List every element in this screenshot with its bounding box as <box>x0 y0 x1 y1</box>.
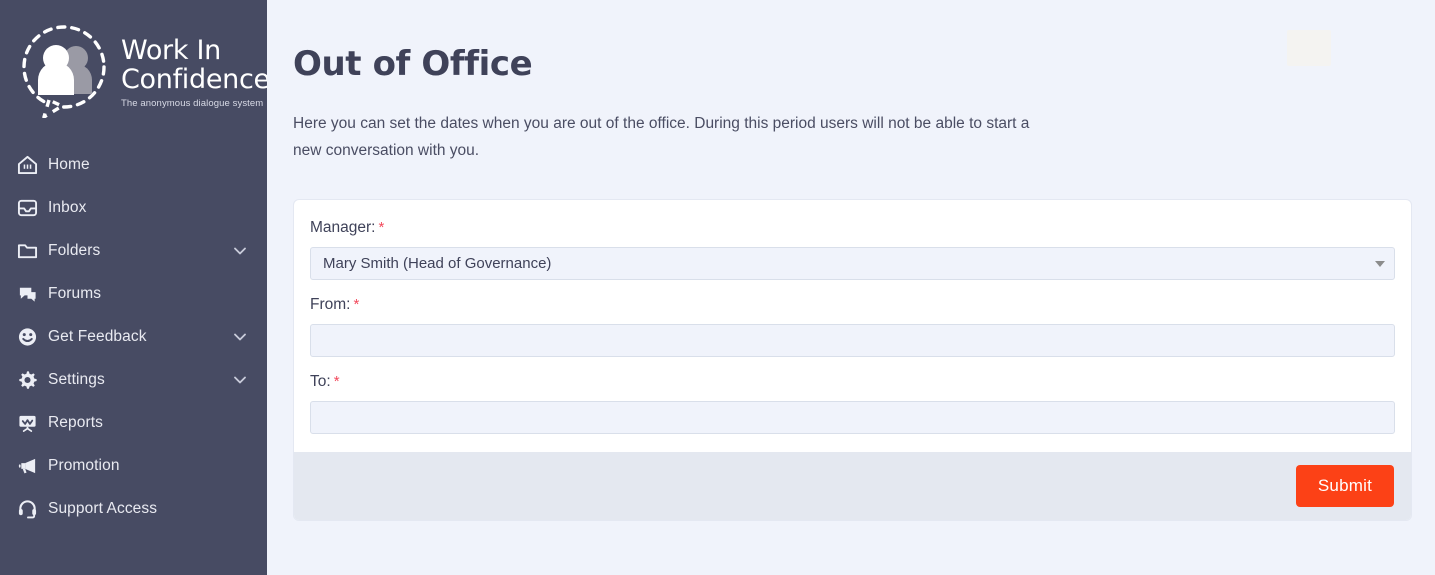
field-from: From: * <box>310 294 1395 357</box>
sidebar-item-label: Reports <box>48 413 103 431</box>
sidebar-item-forums[interactable]: Forums <box>0 272 267 315</box>
sidebar-item-label: Home <box>48 155 90 173</box>
submit-button[interactable]: Submit <box>1295 465 1394 507</box>
brand-tagline: The anonymous dialogue system <box>121 98 264 109</box>
presentation-chart-icon <box>14 411 40 435</box>
required-asterisk: * <box>353 296 360 313</box>
chevron-down-icon[interactable] <box>233 244 247 258</box>
sidebar-item-settings[interactable]: Settings <box>0 358 267 401</box>
to-label-text: To: <box>310 373 331 390</box>
form-body: Manager: * Mary Smith (Head of Governance… <box>294 200 1411 452</box>
brand-wordmark: Work In Confidence The anonymous dialogu… <box>121 22 267 110</box>
required-asterisk: * <box>378 219 385 236</box>
from-date-input[interactable] <box>310 324 1395 357</box>
folder-icon <box>14 239 40 263</box>
sidebar-item-label: Settings <box>48 370 105 388</box>
sidebar-item-label: Get Feedback <box>48 327 147 345</box>
sidebar-item-label: Folders <box>48 241 101 259</box>
manager-label-text: Manager: <box>310 219 376 236</box>
sidebar-item-inbox[interactable]: Inbox <box>0 186 267 229</box>
headset-icon <box>14 497 40 521</box>
brand-name-line2: Confidence <box>121 64 267 95</box>
field-manager: Manager: * Mary Smith (Head of Governance… <box>310 217 1395 280</box>
inbox-icon <box>14 196 40 220</box>
sidebar-item-reports[interactable]: Reports <box>0 401 267 444</box>
avatar-placeholder <box>1287 30 1331 66</box>
manager-label: Manager: * <box>310 217 1395 239</box>
form-footer: Submit <box>294 452 1411 520</box>
gear-icon <box>14 368 40 392</box>
smiley-face-icon <box>14 325 40 349</box>
sidebar-item-label: Inbox <box>48 198 87 216</box>
sidebar-item-home[interactable]: Home <box>0 143 267 186</box>
megaphone-icon <box>14 454 40 478</box>
to-date-input[interactable] <box>310 401 1395 434</box>
sidebar-nav: Home Inbox Folders Forums Get Feedback S… <box>0 143 267 530</box>
from-label-text: From: <box>310 296 351 313</box>
app-root: Work In Confidence The anonymous dialogu… <box>0 0 1435 575</box>
brand-logo[interactable]: Work In Confidence The anonymous dialogu… <box>0 0 267 135</box>
sidebar-item-promotion[interactable]: Promotion <box>0 444 267 487</box>
manager-selected-value: Mary Smith (Head of Governance) <box>323 255 552 272</box>
page-header: Out of Office Here you can set the dates… <box>267 0 1435 164</box>
field-to: To: * <box>310 371 1395 434</box>
home-icon <box>14 153 40 177</box>
sidebar-item-support-access[interactable]: Support Access <box>0 487 267 530</box>
to-label: To: * <box>310 371 1395 393</box>
chevron-down-icon[interactable] <box>233 373 247 387</box>
out-of-office-form-card: Manager: * Mary Smith (Head of Governance… <box>293 199 1412 521</box>
sidebar-item-label: Support Access <box>48 499 158 517</box>
sidebar-item-label: Promotion <box>48 456 120 474</box>
brand-name-line1: Work In <box>121 35 221 66</box>
sidebar: Work In Confidence The anonymous dialogu… <box>0 0 267 575</box>
sidebar-item-folders[interactable]: Folders <box>0 229 267 272</box>
main-content: Out of Office Here you can set the dates… <box>267 0 1435 575</box>
forums-chat-icon <box>14 282 40 306</box>
page-title: Out of Office <box>293 44 533 84</box>
required-asterisk: * <box>333 373 340 390</box>
sidebar-item-label: Forums <box>48 284 102 302</box>
page-description: Here you can set the dates when you are … <box>293 115 1030 159</box>
manager-select[interactable]: Mary Smith (Head of Governance) <box>310 247 1395 280</box>
chevron-down-icon[interactable] <box>233 330 247 344</box>
two-people-in-dashed-speech-bubble-icon <box>14 22 119 119</box>
caret-down-icon <box>1375 260 1385 267</box>
sidebar-item-get-feedback[interactable]: Get Feedback <box>0 315 267 358</box>
from-label: From: * <box>310 294 1395 316</box>
